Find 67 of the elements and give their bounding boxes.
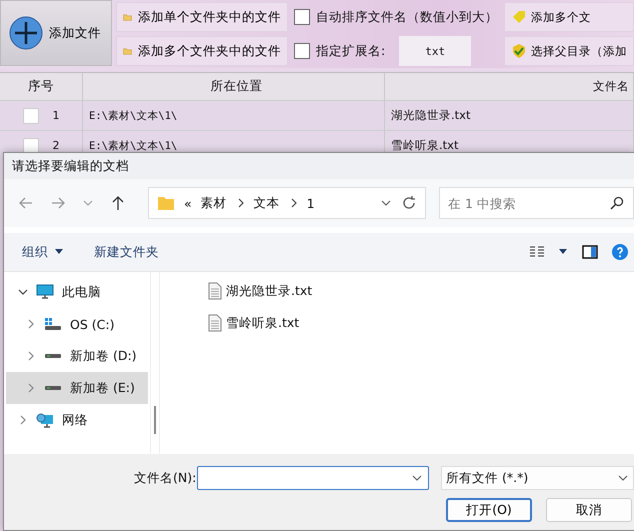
table-cell: E:\素材\文本\1\ xyxy=(89,138,178,152)
table-cell: E:\素材\文本\1\ xyxy=(89,108,178,122)
file-item[interactable]: 湖光隐世录.txt xyxy=(208,282,634,300)
drive-icon xyxy=(44,385,62,391)
refresh-icon[interactable] xyxy=(401,195,417,211)
text-file-icon xyxy=(208,314,222,332)
breadcrumb-item[interactable]: 素材 xyxy=(200,194,227,212)
option-label: 自动排序文件名（数值小到大） xyxy=(316,8,498,26)
chevron-right-icon xyxy=(26,351,36,361)
sidebar-item[interactable]: 新加卷 (E:) xyxy=(6,372,148,404)
drive-icon xyxy=(44,317,62,331)
dialog-title: 请选择要编辑的文档 xyxy=(12,158,129,174)
text-file-icon xyxy=(208,282,222,300)
chevron-down-icon xyxy=(18,287,28,297)
row-checkbox[interactable] xyxy=(22,138,38,154)
chevron-right-icon xyxy=(26,319,36,329)
folder-icon xyxy=(157,195,175,211)
chevron-right-icon xyxy=(18,415,28,425)
search-icon xyxy=(610,196,624,210)
option-label: 指定扩展名: xyxy=(316,42,386,60)
help-icon[interactable] xyxy=(612,244,628,260)
monitor-icon xyxy=(36,284,54,300)
row-checkbox[interactable] xyxy=(22,108,38,124)
up-arrow-icon[interactable] xyxy=(110,195,126,211)
breadcrumb-item[interactable]: 文本 xyxy=(254,194,280,212)
chevron-right-icon xyxy=(236,198,245,208)
tag-icon xyxy=(511,9,527,25)
organize-menu[interactable]: 组织 xyxy=(14,240,72,264)
add-folder-files-button[interactable]: 添加多个文件夹中的文件 xyxy=(116,36,288,66)
sidebar-item[interactable]: 新加卷 (D:) xyxy=(6,340,148,372)
address-bar[interactable]: « 素材 文本 1 xyxy=(148,187,426,219)
dialog-button[interactable]: 取消 xyxy=(546,498,632,522)
sidebar-item[interactable]: OS (C:) xyxy=(6,308,148,340)
caret-icon xyxy=(54,249,64,255)
table-cell: 湖光隐世录.txt xyxy=(391,108,470,123)
row-number: 2 xyxy=(52,139,60,152)
chevron-right-icon xyxy=(290,198,298,208)
add-folder-files-button[interactable]: 添加单个文件夹中的文件 xyxy=(116,2,288,32)
file-item[interactable]: 雪岭听泉.txt xyxy=(208,314,634,332)
add-file-button[interactable]: 添加文件 xyxy=(0,0,112,66)
back-arrow-icon[interactable] xyxy=(18,195,34,211)
sidebar-item[interactable]: 网络 xyxy=(6,404,148,436)
checkbox[interactable] xyxy=(294,9,310,25)
view-list-icon[interactable] xyxy=(530,246,544,258)
toolbar-button[interactable]: 添加多个文 xyxy=(504,2,634,32)
dialog-button[interactable]: 打开(O) xyxy=(446,498,532,522)
network-icon xyxy=(36,412,54,428)
search-field[interactable]: 在 1 中搜索 xyxy=(439,187,634,219)
shield-icon xyxy=(511,43,527,59)
filename-field[interactable] xyxy=(197,466,429,490)
forward-arrow-icon[interactable] xyxy=(50,195,66,211)
drive-icon xyxy=(44,353,62,359)
table-cell: 雪岭听泉.txt xyxy=(391,138,458,153)
breadcrumb-item[interactable]: « xyxy=(184,196,192,210)
caret-icon[interactable] xyxy=(558,249,568,255)
plus-icon xyxy=(9,16,43,50)
sidebar-item[interactable]: 此电脑 xyxy=(6,276,148,308)
checkbox[interactable] xyxy=(294,43,310,59)
toolbar-button[interactable]: 选择父目录（添加 xyxy=(504,36,634,66)
preview-pane-icon[interactable] xyxy=(582,245,598,259)
filename-label: 文件名(N): xyxy=(134,470,197,486)
breadcrumb-item[interactable]: 1 xyxy=(306,196,315,210)
chevron-right-icon xyxy=(26,383,36,393)
extension-field[interactable]: txt xyxy=(399,36,472,66)
new-folder-button[interactable]: 新建文件夹 xyxy=(86,240,167,264)
file-type-dropdown[interactable]: 所有文件 (*.*) xyxy=(441,466,634,490)
row-number: 1 xyxy=(52,109,60,122)
